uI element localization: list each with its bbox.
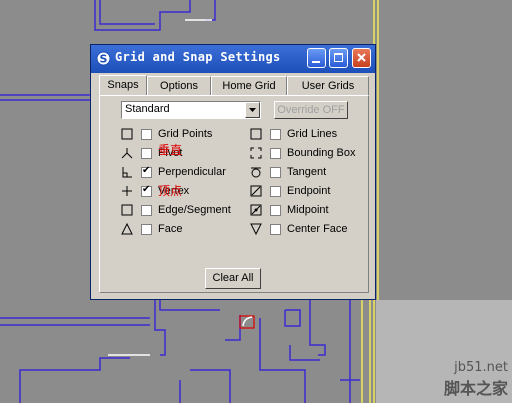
grid-snap-dialog: S Grid and Snap Settings Snaps Options H… (90, 44, 376, 300)
grid-lines-checkbox[interactable] (270, 129, 281, 140)
edge-icon (121, 204, 133, 216)
vertex-icon (122, 186, 132, 196)
endpoint-icon (250, 185, 262, 197)
tangent-icon (251, 167, 261, 178)
check-icon: ✔ (142, 165, 151, 176)
vertex-checkbox[interactable]: ✔ (141, 184, 152, 197)
vertex-annotation: 顶点 (158, 184, 183, 198)
pivot-icon (121, 148, 133, 159)
perpendicular-checkbox[interactable]: ✔ (141, 165, 152, 178)
midpoint-checkbox[interactable] (270, 205, 281, 216)
tab-options[interactable]: Options (147, 76, 211, 95)
override-button[interactable]: Override OFF (274, 101, 348, 119)
endpoint-checkbox[interactable] (270, 186, 281, 197)
grid-lines-icon (250, 128, 262, 140)
close-button[interactable] (352, 48, 371, 68)
face-label: Face (158, 223, 183, 235)
tab-user-grids[interactable]: User Grids (287, 76, 369, 95)
bounding-box-checkbox[interactable] (270, 148, 281, 159)
svg-text:S: S (100, 53, 108, 66)
check-icon: ✔ (142, 184, 151, 195)
maximize-icon (334, 53, 343, 62)
grid-points-icon (121, 128, 133, 140)
face-checkbox[interactable] (141, 224, 152, 235)
midpoint-icon (250, 204, 262, 216)
dropdown-button[interactable] (245, 102, 260, 118)
center-face-icon (250, 223, 262, 235)
perpendicular-label: Perpendicular (158, 166, 226, 178)
watermark-line2: 脚本之家 (443, 379, 508, 398)
tangent-label: Tangent (287, 166, 327, 178)
watermark: jb51.net 脚本之家 (444, 360, 508, 399)
grid-lines-label: Grid Lines (287, 128, 338, 140)
center-face-label: Center Face (287, 223, 348, 235)
face-icon (121, 223, 133, 235)
watermark-line1: jb51.net (454, 360, 508, 375)
snaps-panel: Standard Override OFF Grid Points Pivot … (99, 95, 369, 293)
preset-select[interactable]: Standard (121, 101, 261, 119)
clear-all-button[interactable]: Clear All (205, 268, 261, 289)
dialog-title: Grid and Snap Settings (115, 50, 281, 64)
endpoint-label: Endpoint (287, 185, 331, 197)
edge-segment-checkbox[interactable] (141, 205, 152, 216)
app-icon: S (96, 51, 111, 66)
edge-segment-label: Edge/Segment (158, 204, 231, 216)
pivot-checkbox[interactable] (141, 148, 152, 159)
grid-points-label: Grid Points (158, 128, 213, 140)
tab-home-grid[interactable]: Home Grid (211, 76, 287, 95)
tab-snaps[interactable]: Snaps (99, 75, 147, 96)
preset-select-value: Standard (125, 103, 170, 115)
maximize-button[interactable] (329, 48, 348, 68)
minimize-icon (312, 61, 320, 63)
midpoint-label: Midpoint (287, 204, 329, 216)
chevron-down-icon (249, 108, 256, 112)
bounding-box-icon (250, 147, 262, 159)
minimize-button[interactable] (307, 48, 326, 68)
pivot-annotation: 垂直 (158, 143, 183, 157)
tangent-checkbox[interactable] (270, 167, 281, 178)
perpendicular-icon (122, 167, 132, 178)
center-face-checkbox[interactable] (270, 224, 281, 235)
bounding-box-label: Bounding Box (287, 147, 356, 159)
title-bar[interactable]: S Grid and Snap Settings (91, 45, 375, 73)
close-icon (357, 53, 366, 62)
grid-points-checkbox[interactable] (141, 129, 152, 140)
tab-strip: Snaps Options Home Grid User Grids (99, 75, 369, 96)
